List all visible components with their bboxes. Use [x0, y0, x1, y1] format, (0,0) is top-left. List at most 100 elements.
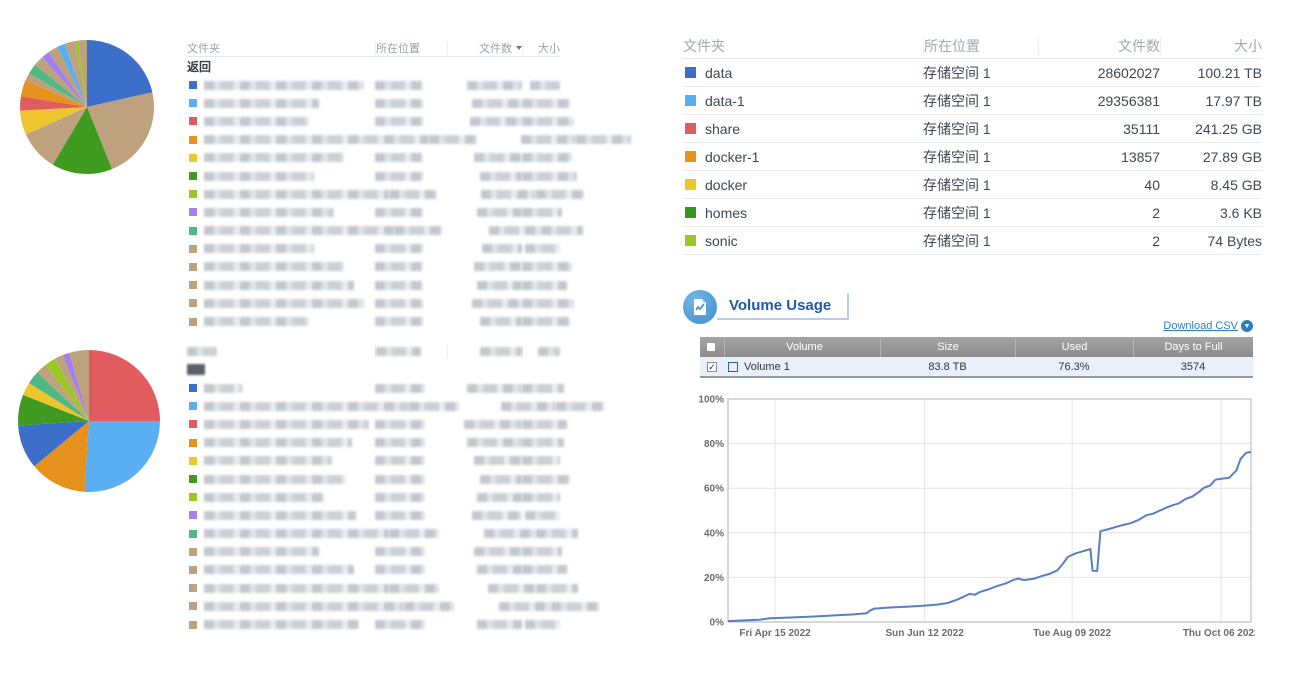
table-row[interactable]: [187, 222, 560, 240]
redacted-back-label: [187, 364, 205, 375]
folder-cell: docker: [683, 177, 923, 193]
size-cell: [522, 384, 564, 393]
redacted-size: [551, 602, 599, 611]
location-cell: [375, 117, 447, 126]
redacted-size: [525, 511, 560, 520]
table-row[interactable]: [187, 561, 560, 579]
folder-color-marker: [189, 511, 197, 519]
location-cell: [375, 244, 447, 253]
column-header-used[interactable]: Used: [1015, 337, 1133, 357]
folder-size-pie-chart: [18, 38, 156, 176]
folder-cell: docker-1: [683, 149, 923, 165]
size-cell: [576, 135, 631, 144]
size-cell: [522, 565, 567, 574]
redacted-location: [429, 135, 477, 144]
table-row[interactable]: [187, 415, 560, 433]
table-row[interactable]: [187, 579, 560, 597]
column-header-volume[interactable]: Volume: [724, 337, 880, 357]
table-row[interactable]: [187, 94, 560, 112]
table-row[interactable]: [187, 470, 560, 488]
select-all-checkbox[interactable]: [700, 337, 722, 357]
folder-cell: [187, 384, 375, 393]
table-row[interactable]: docker存储空间 1408.45 GB: [683, 171, 1262, 199]
volume-checkbox[interactable]: ✓: [707, 362, 717, 372]
folder-color-marker: [189, 566, 197, 574]
folder-location: 存储空间 1: [923, 91, 1038, 111]
location-cell: [375, 172, 447, 181]
count-cell: [447, 281, 522, 290]
folder-name: share: [705, 121, 740, 137]
volume-usage-title: Volume Usage: [717, 293, 849, 320]
table-row[interactable]: [187, 294, 560, 312]
table-row[interactable]: [187, 543, 560, 561]
table-row[interactable]: [187, 203, 560, 221]
folder-cell: [187, 81, 375, 90]
table-row[interactable]: [187, 597, 560, 615]
redacted-header: [480, 347, 522, 356]
location-cell: [375, 420, 447, 429]
table-row[interactable]: [187, 452, 560, 470]
table-row[interactable]: homes存储空间 123.6 KB: [683, 199, 1262, 227]
folder-color-marker: [189, 602, 197, 610]
redacted-count: [464, 420, 522, 429]
volume-row[interactable]: ✓ Volume 1 83.8 TB 76.3% 3574: [700, 357, 1253, 378]
redacted-size: [522, 99, 570, 108]
folder-color-marker: [685, 67, 696, 78]
table-row[interactable]: [187, 167, 560, 185]
column-header-location[interactable]: 所在位置: [375, 42, 447, 55]
column-header-size[interactable]: Size: [880, 337, 1015, 357]
table-row[interactable]: [187, 149, 560, 167]
table-row[interactable]: [187, 397, 560, 415]
folder-cell: [187, 244, 375, 253]
redacted-folder-name: [204, 208, 334, 217]
column-header-size[interactable]: 大小: [1160, 37, 1262, 55]
table-row[interactable]: [187, 258, 560, 276]
count-cell: [461, 584, 536, 593]
redacted-size: [522, 456, 560, 465]
folder-color-marker: [685, 179, 696, 190]
table-row[interactable]: sonic存储空间 1274 Bytes: [683, 227, 1262, 255]
column-header-size[interactable]: 大小: [522, 42, 560, 55]
table-row[interactable]: [187, 131, 560, 149]
redacted-count: [467, 384, 522, 393]
column-header-folder[interactable]: 文件夹: [683, 36, 923, 56]
table-row[interactable]: [187, 434, 560, 452]
table-row[interactable]: data存储空间 128602027100.21 TB: [683, 59, 1262, 87]
table-row[interactable]: [187, 76, 560, 94]
folder-cell: [187, 117, 375, 126]
size-cell: [522, 511, 560, 520]
download-arrow-icon[interactable]: ▼: [1241, 320, 1253, 332]
column-header-count[interactable]: 文件数: [447, 42, 522, 55]
table-row[interactable]: [187, 506, 560, 524]
folder-table-blurred-top: 文件夹 所在位置 文件数 大小 返回: [187, 40, 560, 331]
table-row[interactable]: [187, 379, 560, 397]
folder-color-marker: [189, 281, 197, 289]
table-row[interactable]: docker-1存储空间 11385727.89 GB: [683, 143, 1262, 171]
size-cell: [522, 172, 577, 181]
table-row[interactable]: [187, 276, 560, 294]
size-cell: [522, 153, 572, 162]
back-row[interactable]: 返回: [187, 57, 560, 76]
table-row[interactable]: [187, 312, 560, 330]
folder-cell: [187, 584, 389, 593]
table-row[interactable]: share存储空间 135111241.25 GB: [683, 115, 1262, 143]
table-row[interactable]: [187, 488, 560, 506]
x-axis-label: Thu Oct 06 2022: [1183, 628, 1255, 639]
folder-size: 3.6 KB: [1160, 205, 1262, 221]
column-header-count[interactable]: 文件数: [1038, 37, 1160, 55]
download-csv-link[interactable]: Download CSV: [1163, 320, 1238, 332]
redacted-header: [376, 347, 421, 356]
column-header-location[interactable]: 所在位置: [923, 37, 1038, 55]
table-row[interactable]: [187, 525, 560, 543]
table-row[interactable]: [187, 185, 560, 203]
table-row[interactable]: [187, 240, 560, 258]
column-header-folder[interactable]: 文件夹: [187, 40, 375, 56]
redacted-location: [375, 81, 423, 90]
table-row[interactable]: [187, 112, 560, 130]
column-header-days-to-full[interactable]: Days to Full: [1133, 337, 1253, 357]
table-row[interactable]: [187, 615, 560, 633]
back-row-redacted[interactable]: [187, 360, 560, 379]
redacted-size: [522, 117, 574, 126]
size-cell: [522, 244, 560, 253]
table-row[interactable]: data-1存储空间 12935638117.97 TB: [683, 87, 1262, 115]
